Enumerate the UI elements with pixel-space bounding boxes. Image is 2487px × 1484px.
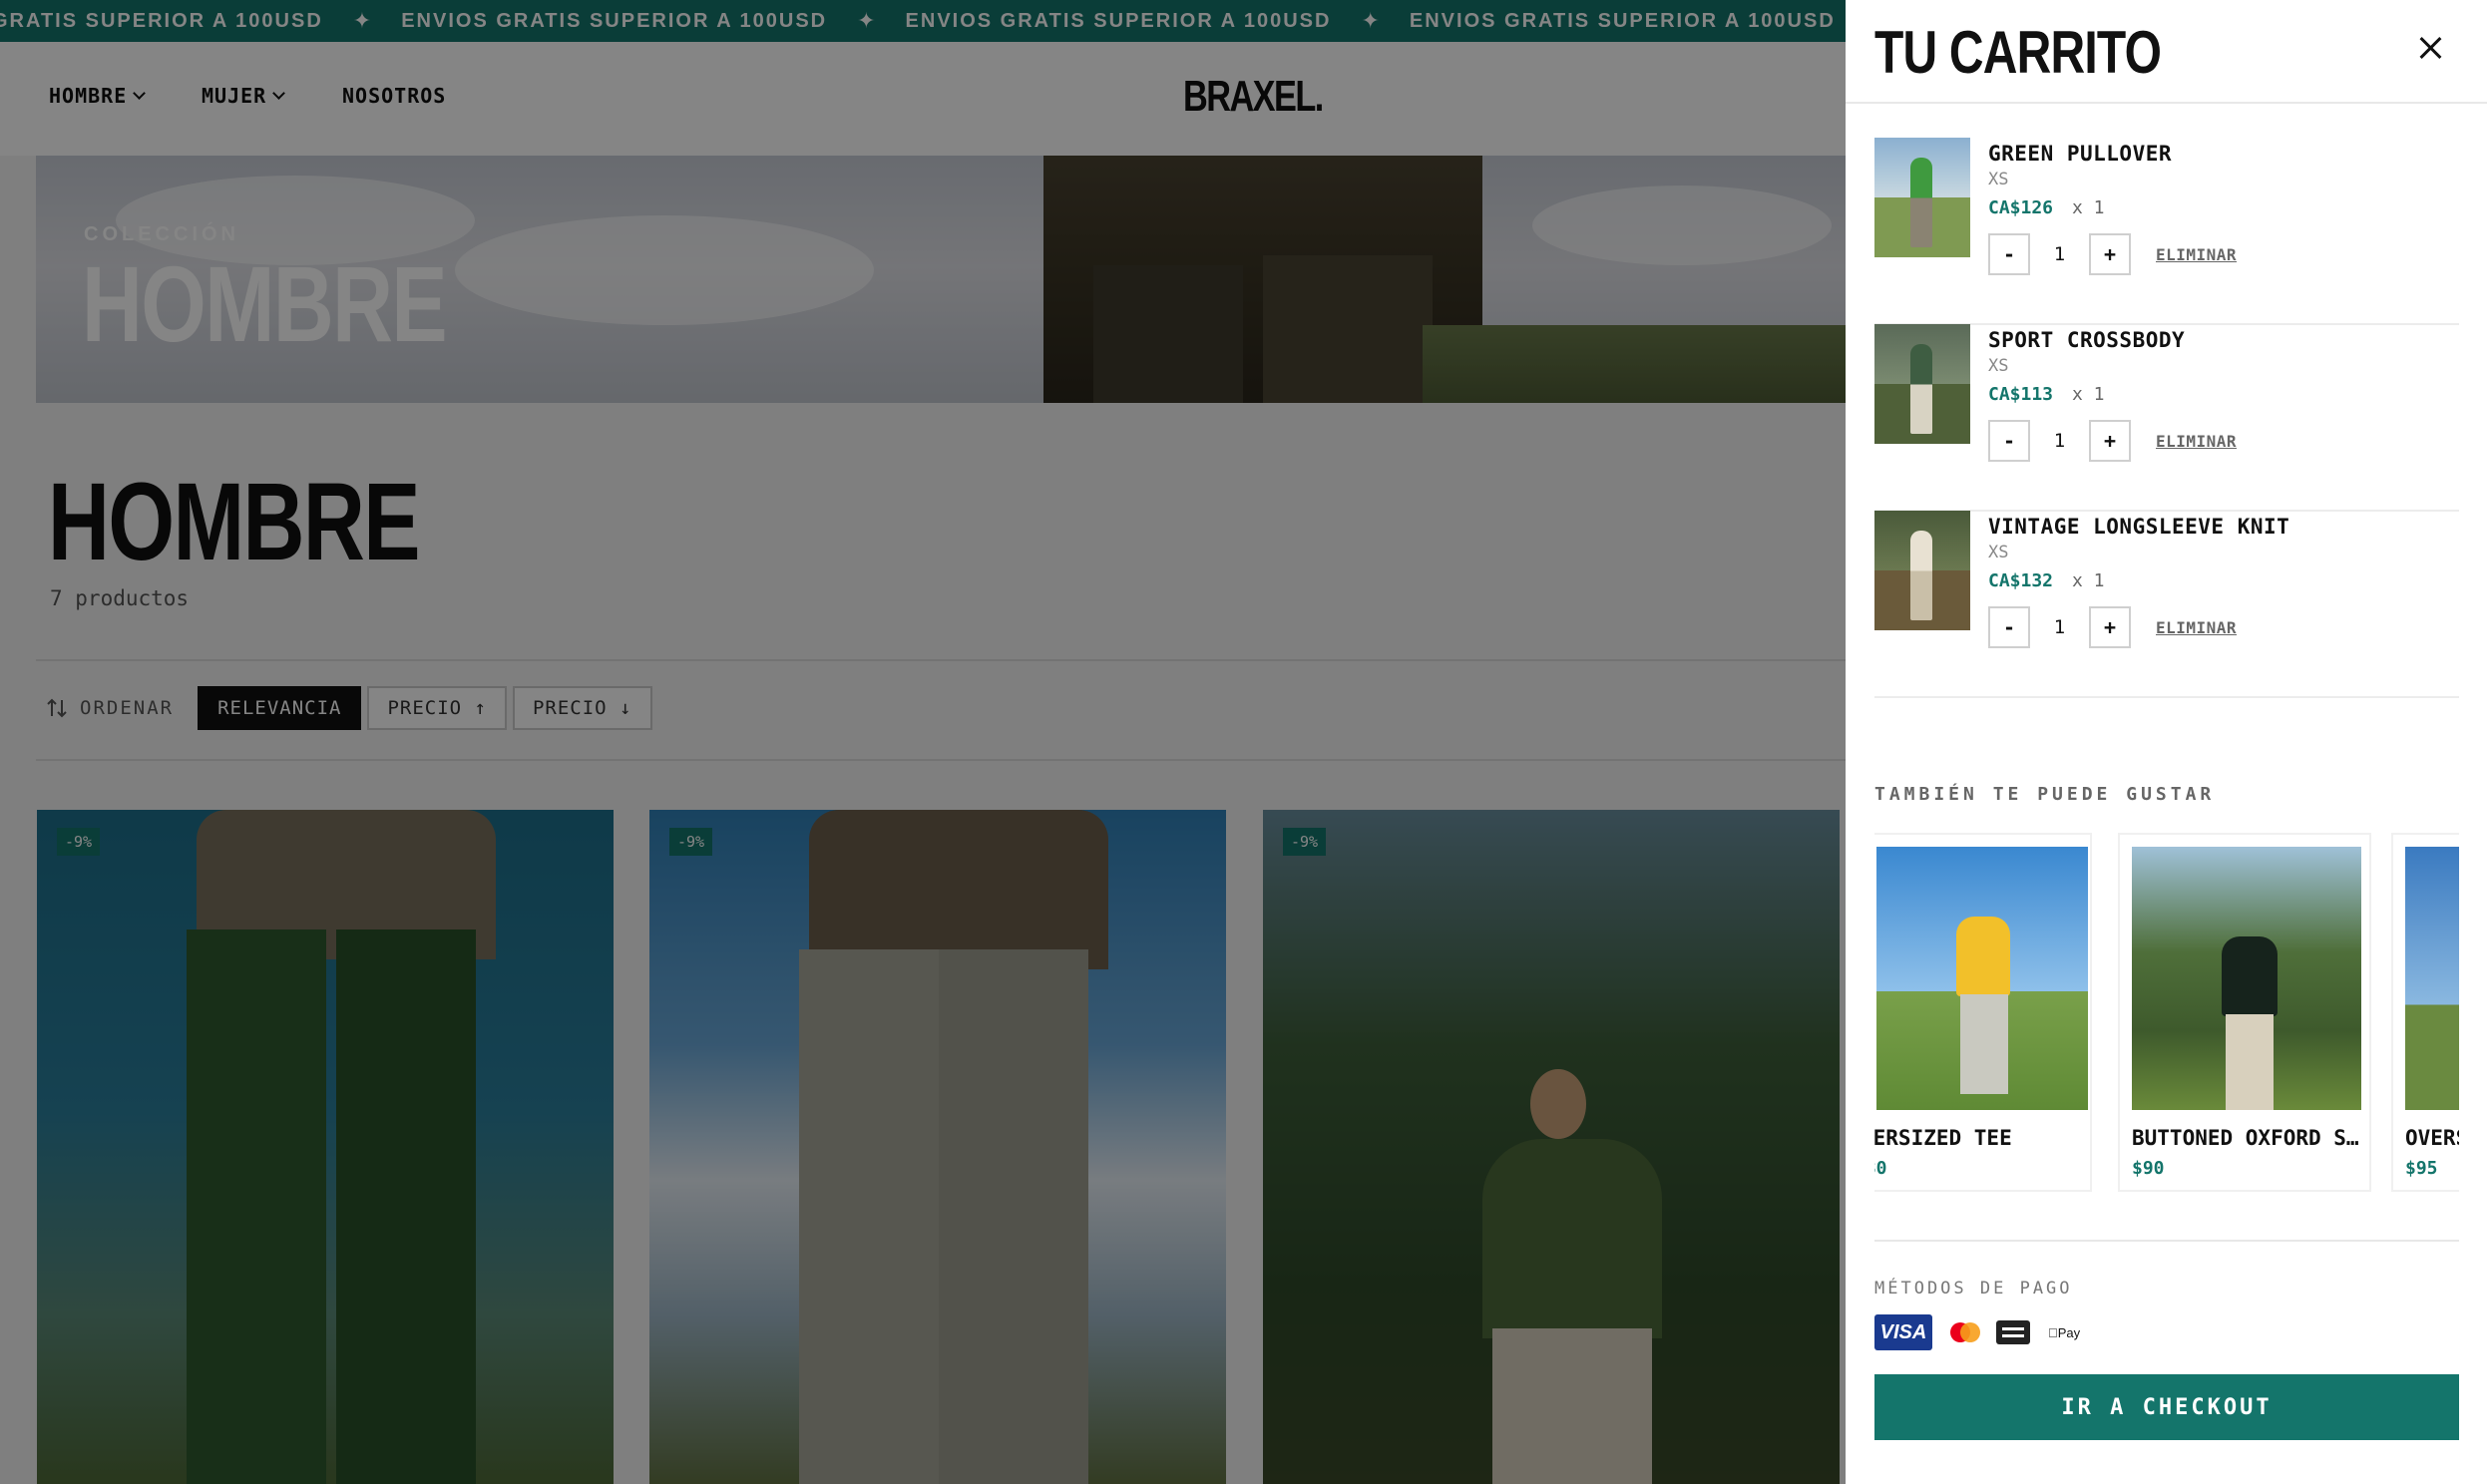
store-page: GRATIS SUPERIOR A 100USD ✦ ENVIOS GRATIS…: [0, 0, 1846, 1484]
decrease-qty-button[interactable]: -: [1988, 606, 2030, 648]
cart-item-size: XS: [1988, 543, 2009, 562]
increase-qty-button[interactable]: +: [2089, 420, 2131, 462]
qty-value: 1: [2053, 430, 2066, 452]
remove-item-link[interactable]: ELIMINAR: [2156, 618, 2237, 637]
cart-item: GREEN PULLOVER XS CA$126 x 1 - 1 + ELIMI…: [1874, 138, 2459, 325]
decrease-qty-button[interactable]: -: [1988, 233, 2030, 275]
decrease-qty-button[interactable]: -: [1988, 420, 2030, 462]
checkout-button[interactable]: IR A CHECKOUT: [1874, 1374, 2459, 1440]
cart-drawer: TU CARRITO GREEN PULLOVER XS CA$126 x 1 …: [1846, 0, 2487, 1484]
quantity-stepper: - 1 +: [1988, 420, 2131, 462]
recommendation-name: BUTTONED OXFORD S…: [2132, 1126, 2359, 1150]
cart-item-size: XS: [1988, 356, 2009, 376]
remove-item-link[interactable]: ELIMINAR: [2156, 432, 2237, 451]
amex-icon: [1996, 1320, 2030, 1344]
recommendation-image: [1876, 847, 2088, 1110]
cart-item-size: XS: [1988, 170, 2009, 189]
cart-item-price: CA$113: [1988, 384, 2054, 405]
cart-item-image[interactable]: [1874, 511, 1970, 630]
recommendation-card[interactable]: OVERS $95: [2391, 833, 2459, 1192]
visa-icon: VISA: [1874, 1314, 1932, 1350]
cart-item-price: CA$126: [1988, 197, 2054, 218]
divider: [1846, 102, 2487, 104]
cart-item-price: CA$132: [1988, 570, 2054, 591]
recommendation-price: $90: [2132, 1158, 2165, 1179]
recommendation-card[interactable]: BUTTONED OXFORD S… $90: [2118, 833, 2371, 1192]
cart-item-name[interactable]: GREEN PULLOVER: [1988, 142, 2172, 166]
payment-methods-title: MÉTODOS DE PAGO: [1874, 1279, 2073, 1298]
recommendations-carousel[interactable]: VERSIZED TEE $80 BUTTONED OXFORD S… $90 …: [1874, 833, 2459, 1192]
payment-methods-list: VISA Pay: [1874, 1314, 2084, 1350]
cart-item-image[interactable]: [1874, 324, 1970, 444]
remove-item-link[interactable]: ELIMINAR: [2156, 245, 2237, 264]
qty-value: 1: [2053, 243, 2066, 265]
recommendation-price: $80: [1874, 1158, 1887, 1179]
apple-pay-icon: Pay: [2048, 1324, 2080, 1340]
cart-item-qty-text: x 1: [2072, 197, 2105, 218]
divider: [1874, 1240, 2459, 1242]
recommendation-image: [2405, 847, 2459, 1110]
recommendation-card[interactable]: VERSIZED TEE $80: [1874, 833, 2092, 1192]
cart-item-qty-text: x 1: [2072, 570, 2105, 591]
cart-item-name[interactable]: SPORT CROSSBODY: [1988, 328, 2185, 352]
cart-title: TU CARRITO: [1874, 19, 2162, 86]
drawer-backdrop-overlay[interactable]: [0, 0, 1846, 1484]
qty-value: 1: [2053, 616, 2066, 638]
close-icon[interactable]: [2414, 32, 2446, 64]
increase-qty-button[interactable]: +: [2089, 233, 2131, 275]
recommendation-price: $95: [2405, 1158, 2438, 1179]
cart-item-name[interactable]: VINTAGE LONGSLEEVE KNIT: [1988, 515, 2289, 539]
recommendation-image: [2132, 847, 2361, 1110]
quantity-stepper: - 1 +: [1988, 233, 2131, 275]
cart-item: SPORT CROSSBODY XS CA$113 x 1 - 1 + ELIM…: [1874, 324, 2459, 512]
cart-item: VINTAGE LONGSLEEVE KNIT XS CA$132 x 1 - …: [1874, 511, 2459, 698]
increase-qty-button[interactable]: +: [2089, 606, 2131, 648]
mastercard-icon: [1946, 1320, 1982, 1344]
recommendation-name: VERSIZED TEE: [1874, 1126, 2012, 1150]
cart-item-qty-text: x 1: [2072, 384, 2105, 405]
quantity-stepper: - 1 +: [1988, 606, 2131, 648]
recommendations-title: TAMBIÉN TE PUEDE GUSTAR: [1874, 784, 2216, 805]
cart-item-image[interactable]: [1874, 138, 1970, 257]
recommendation-name: OVERS: [2405, 1126, 2459, 1150]
